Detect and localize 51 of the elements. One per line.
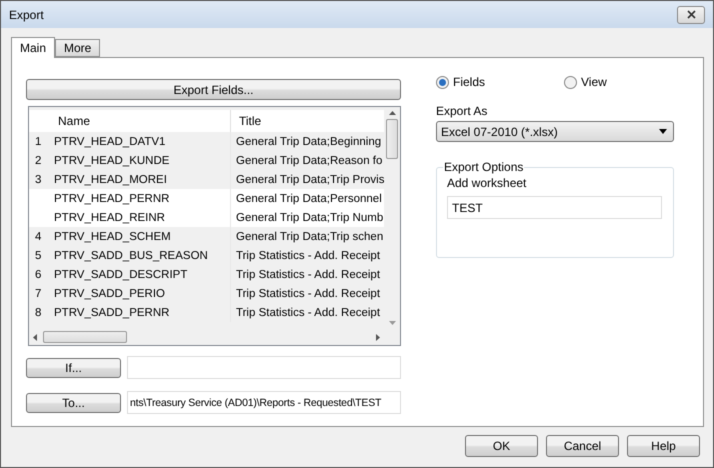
row-number: 2 bbox=[34, 154, 42, 168]
export-fields-button[interactable]: Export Fields... bbox=[26, 79, 401, 100]
tab[interactable]: More bbox=[55, 39, 100, 57]
radio-option[interactable]: View bbox=[564, 75, 692, 89]
column-header[interactable]: Title bbox=[230, 110, 384, 132]
worksheet-label: Add worksheet bbox=[447, 176, 528, 190]
table-cell-text: PTRV_HEAD_PERNR bbox=[53, 192, 170, 206]
condition-field[interactable] bbox=[127, 356, 401, 379]
worksheet-field[interactable]: TEST bbox=[447, 196, 662, 219]
group-legend: Export Options bbox=[443, 160, 524, 174]
radio-label: Fields bbox=[453, 75, 486, 89]
row-number: 1 bbox=[34, 134, 42, 150]
path-field[interactable]: nts\Treasury Service (AD01)\Reports - Requested\TEST bbox=[127, 391, 401, 414]
column-header[interactable]: Name bbox=[50, 110, 230, 132]
format-dropdown[interactable]: Excel 07-2010 (*.xlsx) bbox=[436, 121, 674, 142]
export-as-label: Export As bbox=[436, 104, 488, 118]
window-title: Export bbox=[9, 8, 44, 22]
scroll-down-icon bbox=[388, 321, 396, 325]
table-cell-text: PTRV_HEAD_KUNDE bbox=[53, 154, 170, 168]
table-cell-text: PTRV_HEAD_REINR bbox=[53, 210, 166, 226]
scroll-left-icon bbox=[33, 334, 37, 340]
scroll-right-icon bbox=[376, 334, 380, 340]
row-number: 7 bbox=[34, 286, 42, 302]
scroll-thumb[interactable] bbox=[43, 331, 127, 343]
dialog-button[interactable]: Cancel bbox=[546, 435, 619, 457]
row-number: 4 bbox=[34, 230, 42, 244]
table-cell-text: PTRV_HEAD_DATV1 bbox=[53, 134, 166, 150]
scroll-thumb[interactable] bbox=[386, 119, 398, 159]
row-number: 6 bbox=[34, 268, 42, 282]
table-cell-text: PTRV_SADD_PERIO bbox=[53, 286, 166, 302]
caret-icon bbox=[659, 129, 667, 134]
if-button[interactable]: If... bbox=[26, 358, 121, 378]
close-button[interactable] bbox=[677, 6, 705, 24]
radio-label: View bbox=[581, 75, 607, 89]
radio-option[interactable]: Fields bbox=[436, 75, 564, 89]
table-cell-text: PTRV_SADD_PERNR bbox=[53, 306, 170, 320]
row-number: 3 bbox=[34, 172, 42, 188]
dialog-button[interactable]: OK bbox=[465, 435, 538, 457]
row-number: 5 bbox=[34, 248, 42, 264]
scroll-up-icon bbox=[388, 111, 396, 115]
close-icon bbox=[686, 10, 696, 19]
table-cell-text: PTRV_HEAD_SCHEM bbox=[53, 230, 172, 244]
table-row[interactable]: PTRV_HEAD_PERNR General Trip Data;Personnel bbox=[29, 189, 384, 208]
row-number: 8 bbox=[34, 306, 42, 320]
dialog-button[interactable]: Help bbox=[627, 435, 700, 457]
table-cell-text: PTRV_SADD_DESCRIPT bbox=[53, 268, 188, 282]
to-button[interactable]: To... bbox=[26, 392, 121, 412]
table-row[interactable]: PTRV_HEAD_REINR General Trip Data;Trip Numb bbox=[29, 208, 384, 227]
table-cell-text: PTRV_HEAD_MOREI bbox=[53, 172, 168, 188]
table-cell-text: PTRV_SADD_BUS_REASON bbox=[53, 248, 209, 264]
tab[interactable]: Main bbox=[11, 37, 56, 58]
